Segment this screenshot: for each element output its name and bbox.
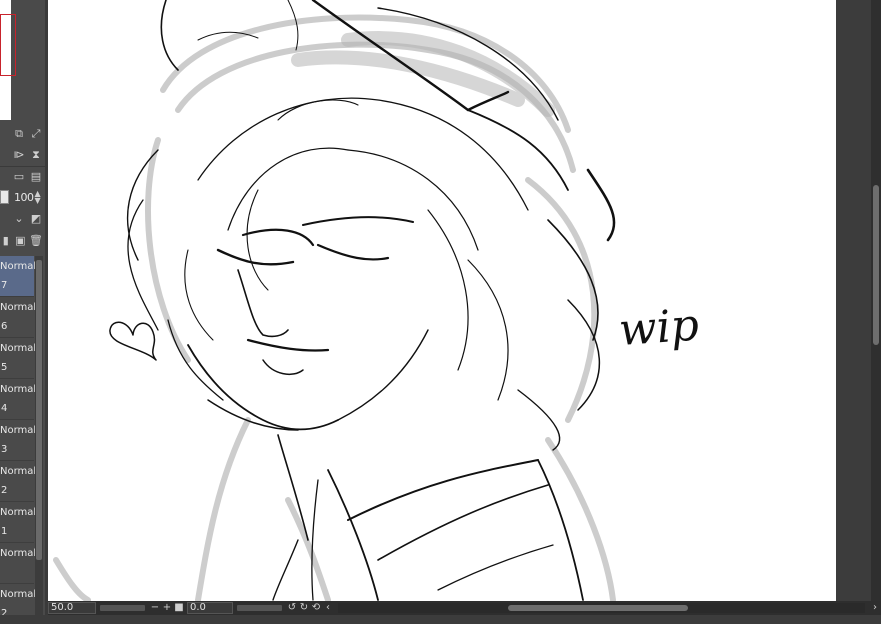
zoom-in-icon[interactable]: +: [161, 602, 173, 614]
layer-list: Normal 7 Normal 6 Normal 5 Normal 4 Normal 3 Norma…: [0, 256, 37, 624]
layer-tab-icon[interactable]: ▤: [29, 170, 43, 184]
actual-size-icon[interactable]: ⤢: [29, 127, 43, 141]
layer-name: 2: [1, 485, 8, 496]
layer-name: 1: [1, 526, 8, 537]
rotation-slider[interactable]: [237, 605, 282, 611]
flip-horizontal-icon[interactable]: ⧐: [12, 148, 26, 162]
trash-icon[interactable]: 🗑: [29, 234, 43, 248]
fit-square-icon[interactable]: ■: [173, 602, 185, 614]
layer-name: 3: [1, 444, 8, 455]
layer-item[interactable]: Normal 3: [0, 420, 37, 461]
expression-color-dropdown-icon[interactable]: ⌄: [12, 212, 26, 226]
new-layer-icon[interactable]: ▮: [0, 234, 12, 248]
scroll-left-icon[interactable]: ‹: [322, 602, 334, 614]
layer-blend-mode: Normal: [0, 548, 37, 559]
navigator-tools-row-1: ⧉ ⤢: [0, 124, 45, 144]
layer-item[interactable]: Normal 6: [0, 297, 37, 338]
layer-blend-mode: Normal: [0, 261, 37, 272]
panel-tabs-row: ▭ ▤: [0, 166, 45, 186]
flip-vertical-icon[interactable]: ⧗: [29, 148, 43, 162]
layer-name: 7: [1, 280, 8, 291]
layer-item[interactable]: Normal 5: [0, 338, 37, 379]
opacity-value[interactable]: 100: [14, 191, 34, 204]
layer-item[interactable]: Normal 4: [0, 379, 37, 420]
paint-app-window: ⧉ ⤢ ⧐ ⧗ ▭ ▤ 100 ▲ ▼ ⌄ ◩ ▮ ▣ 🗑 Normal 7 Norm…: [0, 0, 881, 624]
layer-options-row: ⌄ ◩: [0, 209, 45, 229]
layer-actions-row: ▮ ▣ 🗑: [0, 231, 45, 251]
layer-color-icon[interactable]: ◩: [29, 212, 43, 226]
canvas-vertical-scrollbar[interactable]: [871, 0, 881, 601]
opacity-stepper-icon[interactable]: ▲ ▼: [35, 190, 41, 205]
layer-name: 5: [1, 362, 8, 373]
reset-rotation-icon[interactable]: ⟲: [310, 602, 322, 614]
navigator-view-frame[interactable]: [0, 14, 16, 76]
layer-name: 4: [1, 403, 8, 414]
layer-blend-mode: Normal: [0, 302, 37, 313]
rotate-left-icon[interactable]: ↺: [286, 602, 298, 614]
layer-item[interactable]: Normal 7: [0, 256, 37, 297]
layer-list-scrollbar[interactable]: [35, 256, 43, 624]
zoom-field[interactable]: 50.0: [48, 602, 96, 614]
canvas-horizontal-scroll-thumb[interactable]: [508, 605, 688, 611]
layer-item[interactable]: Normal 1: [0, 502, 37, 543]
rotate-right-icon[interactable]: ↻: [298, 602, 310, 614]
layer-item[interactable]: Normal 2: [0, 461, 37, 502]
drawing-canvas[interactable]: wip: [48, 0, 836, 601]
canvas-status-bar: 50.0 − + ■ 0.0 ↺ ↻ ⟲ ‹ ›: [48, 601, 881, 615]
opacity-slider[interactable]: [0, 190, 9, 204]
navigator-tools-row-2: ⧐ ⧗: [0, 145, 45, 165]
sketch-artwork: wip: [53, 0, 700, 601]
left-dock-panel: ⧉ ⤢ ⧐ ⧗ ▭ ▤ 100 ▲ ▼ ⌄ ◩ ▮ ▣ 🗑 Normal 7 Norm…: [0, 0, 45, 624]
layer-blend-mode: Normal: [0, 507, 37, 518]
right-dock-gutter: [836, 0, 871, 601]
layer-list-scroll-thumb[interactable]: [36, 260, 42, 560]
layer-blend-mode: Normal: [0, 343, 37, 354]
fit-to-window-icon[interactable]: ⧉: [12, 127, 26, 141]
layer-name: 6: [1, 321, 8, 332]
layer-blend-mode: Normal: [0, 384, 37, 395]
layer-opacity-row: 100 ▲ ▼: [0, 186, 45, 208]
zoom-out-icon[interactable]: −: [149, 602, 161, 614]
layer-property-tab-icon[interactable]: ▭: [12, 170, 26, 184]
layer-item[interactable]: Normal: [0, 543, 37, 584]
layer-blend-mode: Normal: [0, 589, 37, 600]
new-folder-icon[interactable]: ▣: [15, 234, 27, 248]
scroll-right-icon[interactable]: ›: [869, 602, 881, 614]
rotation-field[interactable]: 0.0: [187, 602, 233, 614]
bottom-dock-strip: [0, 615, 881, 624]
layer-blend-mode: Normal: [0, 425, 37, 436]
layer-blend-mode: Normal: [0, 466, 37, 477]
canvas-vertical-scroll-thumb[interactable]: [873, 185, 879, 345]
zoom-slider[interactable]: [100, 605, 145, 611]
wip-annotation: wip: [617, 300, 700, 356]
canvas-horizontal-scrollbar[interactable]: [338, 603, 865, 613]
